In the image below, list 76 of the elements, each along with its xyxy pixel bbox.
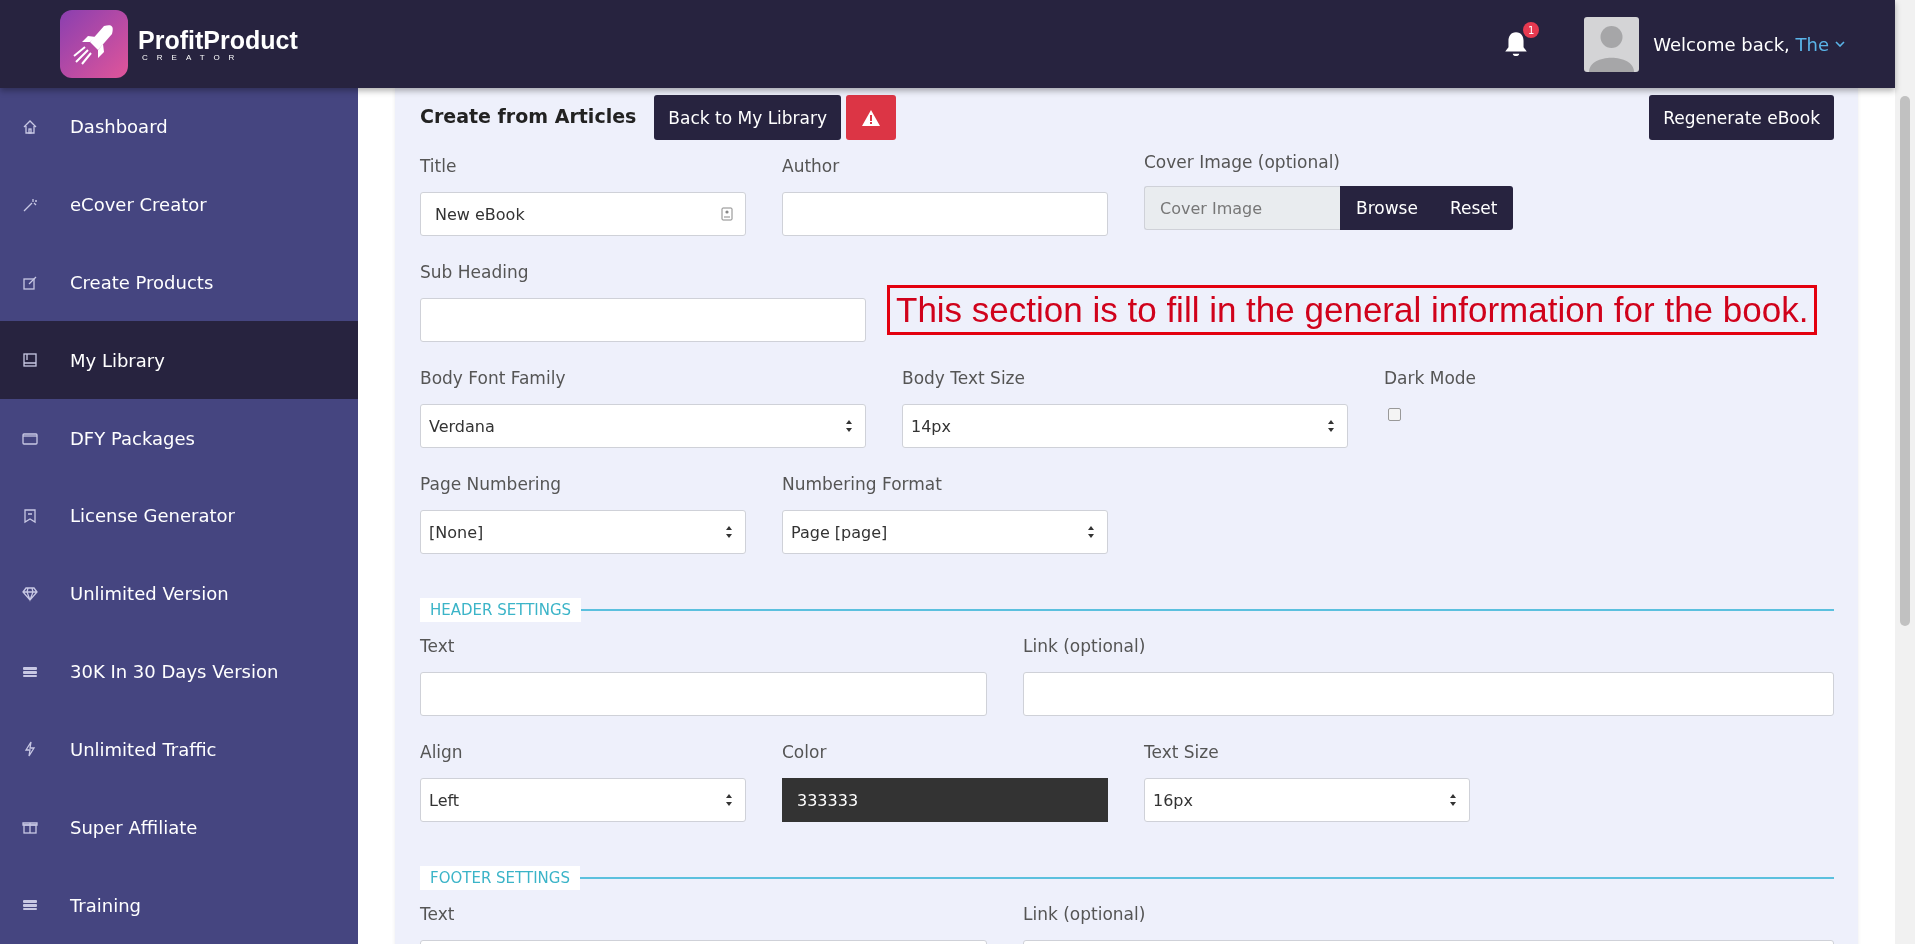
field-label: Title xyxy=(420,155,457,178)
field-label: Text Size xyxy=(1144,741,1219,764)
field-label: Numbering Format xyxy=(782,473,942,496)
rocket-logo-icon xyxy=(60,10,128,78)
bookmark-icon xyxy=(22,507,38,524)
notification-badge: 1 xyxy=(1523,22,1540,38)
dark-mode-checkbox[interactable] xyxy=(1388,408,1401,421)
avatar-icon[interactable] xyxy=(1584,16,1640,72)
diamond-icon xyxy=(22,585,38,602)
browse-button[interactable]: Browse xyxy=(1340,186,1434,230)
field-label: Link (optional) xyxy=(1023,903,1146,926)
author-field[interactable] xyxy=(782,192,1108,236)
header-text-size-select[interactable]: 16px xyxy=(1144,778,1470,822)
regenerate-button[interactable]: Regenerate eBook xyxy=(1649,95,1834,140)
field-label: Color xyxy=(782,741,827,764)
sidebar-item[interactable]: Training xyxy=(0,866,358,944)
select-arrows-icon xyxy=(725,525,733,539)
annotation-callout: This section is to fill in the general information for the book. xyxy=(887,285,1818,335)
select-arrows-icon xyxy=(845,419,853,433)
home-icon xyxy=(22,118,38,135)
field-label: Link (optional) xyxy=(1023,635,1146,658)
sidebar-item[interactable]: Unlimited Traffic xyxy=(0,710,358,789)
section-heading: FOOTER SETTINGS xyxy=(420,866,580,890)
font-family-select[interactable]: Verdana xyxy=(420,404,866,448)
cover-image-field[interactable]: Cover Image xyxy=(1144,186,1340,230)
sub-heading-field[interactable] xyxy=(420,298,866,342)
field-label: Sub Heading xyxy=(420,261,529,284)
folder-icon xyxy=(22,430,38,447)
sidebar-item[interactable]: Create Products xyxy=(0,243,358,322)
select-arrows-icon xyxy=(1327,419,1335,433)
text-size-select[interactable]: 14px xyxy=(902,404,1348,448)
bell-icon[interactable] xyxy=(1503,30,1530,58)
field-label: Align xyxy=(420,741,463,764)
align-select[interactable]: Left xyxy=(420,778,746,822)
select-arrows-icon xyxy=(1449,793,1457,807)
scrollbar[interactable] xyxy=(1895,0,1915,944)
book-icon xyxy=(22,352,38,369)
field-label: Body Font Family xyxy=(420,367,566,390)
field-label: Cover Image (optional) xyxy=(1144,151,1340,174)
color-field[interactable]: 333333 xyxy=(782,778,1108,822)
user-menu[interactable]: Welcome back, The xyxy=(1653,33,1845,55)
title-field[interactable]: New eBook xyxy=(420,192,746,236)
sidebar-item[interactable]: Unlimited Version xyxy=(0,554,358,633)
wand-icon xyxy=(22,196,38,213)
page-title: Create from Articles xyxy=(420,105,637,127)
field-label: Dark Mode xyxy=(1384,367,1477,390)
warning-icon xyxy=(861,108,882,127)
sidebar-item[interactable]: Super Affiliate xyxy=(0,788,358,867)
field-label: Page Numbering xyxy=(420,473,562,496)
sidebar-item[interactable]: License Generator xyxy=(0,477,358,555)
sidebar-item[interactable]: eCover Creator xyxy=(0,165,358,244)
sidebar-item[interactable]: 30K In 30 Days Version xyxy=(0,632,358,711)
sidebar-item[interactable]: Dashboard xyxy=(0,88,358,166)
brand-name: ProfitProduct xyxy=(138,26,298,53)
select-arrows-icon xyxy=(1087,525,1095,539)
header-text-field[interactable] xyxy=(420,672,987,716)
field-label: Text xyxy=(420,635,455,658)
field-label: Author xyxy=(782,155,840,178)
section-heading: HEADER SETTINGS xyxy=(420,598,582,622)
sidebar-item[interactable]: DFY Packages xyxy=(0,399,358,478)
select-arrows-icon xyxy=(725,793,733,807)
chevron-down-icon xyxy=(1835,41,1845,47)
reset-button[interactable]: Reset xyxy=(1433,186,1514,230)
numbering-format-select[interactable]: Page [page] xyxy=(782,510,1108,554)
edit-icon xyxy=(22,274,38,291)
gift-icon xyxy=(22,819,38,836)
page-numbering-select[interactable]: [None] xyxy=(420,510,746,554)
contact-card-icon xyxy=(721,207,733,221)
sidebar-item[interactable]: My Library xyxy=(0,321,358,400)
field-label: Text xyxy=(420,903,455,926)
warning-button[interactable] xyxy=(846,95,897,140)
back-button[interactable]: Back to My Library xyxy=(654,95,842,140)
brand-tagline: CREATOR xyxy=(142,52,245,62)
bolt-icon xyxy=(22,741,38,758)
field-label: Body Text Size xyxy=(902,367,1025,390)
header-link-field[interactable] xyxy=(1023,672,1834,716)
